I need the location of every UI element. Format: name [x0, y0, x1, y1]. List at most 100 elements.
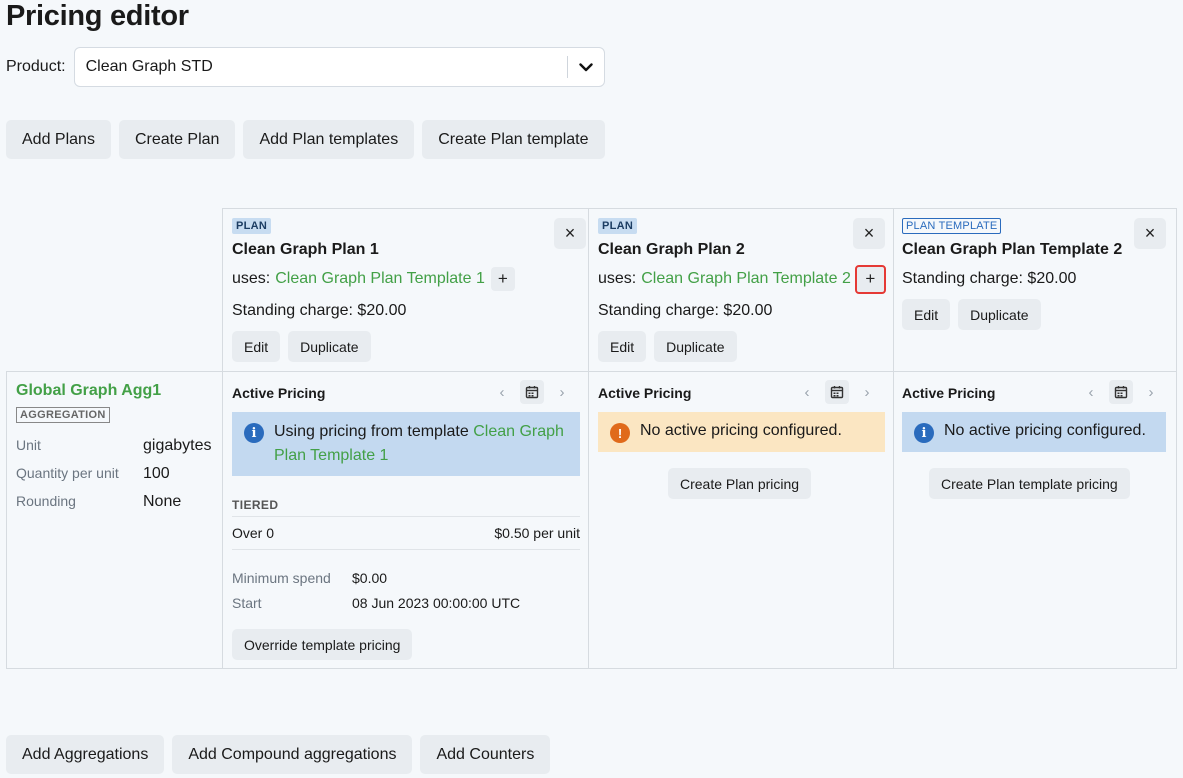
plan-name: Clean Graph Plan Template 2 — [902, 241, 1123, 258]
plan-template-header: PLAN TEMPLATE Clean Graph Plan Template … — [893, 208, 1177, 372]
plan-name: Clean Graph Plan 2 — [598, 241, 745, 258]
tier-range: Over 0 — [232, 525, 275, 541]
info-icon: i — [914, 423, 934, 443]
aggregation-value: 100 — [143, 465, 170, 482]
plan-name: Clean Graph Plan 1 — [232, 241, 379, 258]
aggregation-key: Quantity per unit — [16, 465, 119, 481]
bottom-actions: Add Aggregations Add Compound aggregatio… — [6, 735, 551, 774]
plan-header-2: PLAN Clean Graph Plan 2 × uses: Clean Gr… — [588, 208, 894, 372]
standing-charge: Standing charge: $20.00 — [902, 270, 1077, 287]
pricing-cell-1: Active Pricing ‹ › i Using pricing from … — [222, 371, 589, 669]
create-plan-template-button[interactable]: Create Plan template — [422, 120, 605, 159]
start-label: Start — [232, 595, 262, 611]
add-plans-button[interactable]: Add Plans — [6, 120, 111, 159]
pricing-nav: ‹ › — [1079, 380, 1163, 404]
create-plan-button[interactable]: Create Plan — [118, 120, 236, 159]
create-plan-template-pricing-button[interactable]: Create Plan template pricing — [929, 468, 1130, 499]
plan-badge: PLAN — [598, 218, 638, 234]
tier-row: Over 0 $0.50 per unit — [232, 525, 580, 541]
plan-uses: uses: Clean Graph Plan Template 2 + — [598, 264, 886, 294]
grid-corner — [6, 208, 223, 372]
aggregation-key: Rounding — [16, 493, 76, 509]
warning-alert: ! No active pricing configured. — [598, 412, 885, 452]
divider — [232, 516, 580, 517]
min-spend-row: Minimum spend $0.00 — [232, 570, 387, 586]
aggregation-key: Unit — [16, 437, 41, 453]
alert-text: No active pricing configured. — [640, 422, 842, 439]
aggregation-value: None — [143, 493, 182, 510]
divider — [232, 549, 580, 550]
uses-label: uses: — [232, 270, 271, 287]
edit-button[interactable]: Edit — [232, 331, 281, 362]
plan-actions: Edit Duplicate — [232, 331, 371, 362]
aggregation-row: Quantity per unit 100 — [16, 465, 170, 483]
warning-icon: ! — [610, 423, 630, 443]
add-plan-templates-button[interactable]: Add Plan templates — [243, 120, 415, 159]
pricing-nav: ‹ › — [795, 380, 879, 404]
aggregation-row: Unit gigabytes — [16, 437, 212, 455]
alert-prefix: Using pricing from template — [274, 423, 469, 440]
close-icon[interactable]: × — [853, 218, 885, 249]
alert-text: Using pricing from template Clean Graph … — [274, 420, 568, 468]
uses-template-link[interactable]: Clean Graph Plan Template 1 — [275, 270, 485, 288]
calendar-icon[interactable] — [1109, 380, 1133, 404]
duplicate-button[interactable]: Duplicate — [654, 331, 737, 362]
tiered-label: TIERED — [232, 498, 279, 512]
plan-actions: Edit Duplicate — [598, 331, 737, 362]
pricing-cell-3: Active Pricing ‹ › i No active pricing c… — [893, 371, 1177, 669]
active-pricing-title: Active Pricing — [598, 385, 692, 401]
plan-badge: PLAN — [232, 218, 272, 234]
active-pricing-title: Active Pricing — [902, 385, 996, 401]
create-plan-pricing-button[interactable]: Create Plan pricing — [668, 468, 812, 499]
uses-template-link[interactable]: Clean Graph Plan Template 2 — [641, 270, 851, 288]
calendar-icon[interactable] — [825, 380, 849, 404]
pricing-nav: ‹ › — [490, 380, 574, 404]
uses-label: uses: — [598, 270, 637, 287]
chevron-right-icon[interactable]: › — [550, 380, 574, 404]
aggregation-value: gigabytes — [143, 437, 212, 454]
add-counters-button[interactable]: Add Counters — [420, 735, 551, 774]
chevron-left-icon[interactable]: ‹ — [1079, 380, 1103, 404]
pricing-cell-2: Active Pricing ‹ › ! No active pricing c… — [588, 371, 894, 669]
plus-icon[interactable]: + — [854, 264, 886, 294]
plan-header-1: PLAN Clean Graph Plan 1 × uses: Clean Gr… — [222, 208, 589, 372]
info-alert: i Using pricing from template Clean Grap… — [232, 412, 580, 476]
aggregation-row: Rounding None — [16, 493, 181, 511]
plan-template-badge: PLAN TEMPLATE — [902, 218, 1002, 234]
page-title: Pricing editor — [6, 0, 189, 32]
chevron-down-icon[interactable] — [568, 62, 604, 72]
add-aggregations-button[interactable]: Add Aggregations — [6, 735, 165, 774]
start-row: Start 08 Jun 2023 00:00:00 UTC — [232, 595, 520, 611]
chevron-left-icon[interactable]: ‹ — [795, 380, 819, 404]
plus-icon[interactable]: + — [490, 267, 515, 291]
min-spend-value: $0.00 — [352, 570, 388, 586]
edit-button[interactable]: Edit — [598, 331, 647, 362]
info-alert: i No active pricing configured. — [902, 412, 1166, 452]
active-pricing-title: Active Pricing — [232, 385, 326, 401]
close-icon[interactable]: × — [554, 218, 586, 249]
duplicate-button[interactable]: Duplicate — [288, 331, 371, 362]
chevron-left-icon[interactable]: ‹ — [490, 380, 514, 404]
add-compound-aggregations-button[interactable]: Add Compound aggregations — [172, 735, 413, 774]
tier-price: $0.50 per unit — [494, 525, 580, 541]
alert-text: No active pricing configured. — [944, 422, 1146, 439]
aggregation-name[interactable]: Global Graph Agg1 — [16, 382, 161, 400]
duplicate-button[interactable]: Duplicate — [958, 299, 1041, 330]
standing-charge: Standing charge: $20.00 — [598, 302, 773, 319]
product-select-value: Clean Graph STD — [85, 58, 213, 75]
top-actions: Add Plans Create Plan Add Plan templates… — [6, 120, 605, 159]
aggregation-badge: AGGREGATION — [16, 407, 110, 423]
calendar-icon[interactable] — [520, 380, 544, 404]
plan-actions: Edit Duplicate — [902, 299, 1041, 330]
pricing-grid: PLAN Clean Graph Plan 1 × uses: Clean Gr… — [6, 208, 1177, 669]
chevron-right-icon[interactable]: › — [1139, 380, 1163, 404]
product-row: Product: Clean Graph STD — [6, 47, 605, 87]
plan-uses: uses: Clean Graph Plan Template 1 + — [232, 266, 515, 292]
edit-button[interactable]: Edit — [902, 299, 951, 330]
aggregation-cell: Global Graph Agg1 AGGREGATION Unit gigab… — [6, 371, 223, 669]
close-icon[interactable]: × — [1134, 218, 1166, 249]
standing-charge: Standing charge: $20.00 — [232, 302, 407, 319]
product-select[interactable]: Clean Graph STD — [73, 47, 605, 87]
chevron-right-icon[interactable]: › — [855, 380, 879, 404]
override-template-pricing-button[interactable]: Override template pricing — [232, 629, 413, 660]
